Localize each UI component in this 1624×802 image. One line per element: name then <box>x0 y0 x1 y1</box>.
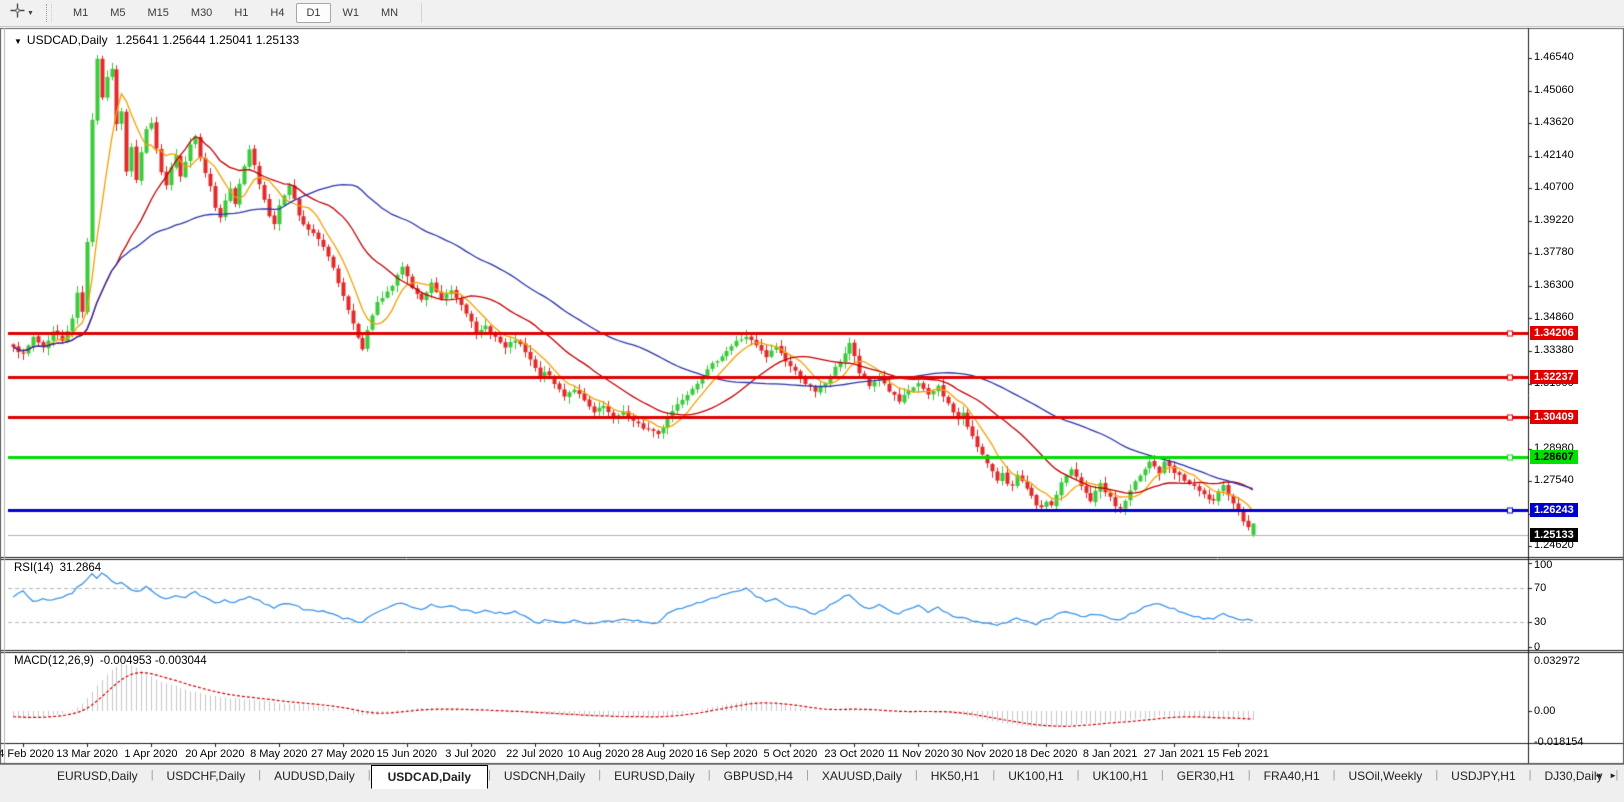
timeframe-button-m30[interactable]: M30 <box>181 3 222 23</box>
date-axis-label: 18 Dec 2020 <box>1014 748 1078 760</box>
tab-usdchf-daily[interactable]: USDCHF,Daily <box>154 765 259 787</box>
tab-eurusd-daily[interactable]: EURUSD,Daily <box>601 765 708 787</box>
price-axis-label: 1.46540 <box>1534 51 1574 63</box>
timeframe-button-m1[interactable]: M1 <box>63 3 98 23</box>
tab-usdcnh-daily[interactable]: USDCNH,Daily <box>491 765 598 787</box>
rsi-indicator-label: RSI(14) 31.2864 <box>14 562 101 574</box>
rsi-value: 31.2864 <box>59 562 102 574</box>
tab-usoil-weekly[interactable]: USOil,Weekly <box>1336 765 1436 787</box>
date-axis-label: 8 Jan 2021 <box>1082 748 1138 760</box>
timeframe-button-m15[interactable]: M15 <box>138 3 179 23</box>
tab-usdjpy-h1[interactable]: USDJPY,H1 <box>1438 765 1528 787</box>
date-axis-label: 20 Apr 2020 <box>185 748 245 760</box>
macd-axis-label: -0.018154 <box>1534 736 1584 748</box>
price-axis-label: 1.42140 <box>1534 148 1574 161</box>
rsi-axis-label: 70 <box>1534 582 1547 595</box>
tab-scroll-left-button[interactable]: ◄ <box>1594 771 1602 780</box>
tab-scroll-right-button[interactable]: ► <box>1609 771 1617 780</box>
price-axis-label: 1.39220 <box>1534 214 1574 227</box>
tab-hk50-h1[interactable]: HK50,H1 <box>918 765 993 787</box>
price-axis-label: 1.33380 <box>1534 344 1574 357</box>
rsi-name: RSI(14) <box>14 562 54 574</box>
price-axis-label: 1.45060 <box>1534 83 1574 96</box>
price-axis-label: 1.43620 <box>1534 116 1574 129</box>
date-axis-label: 15 Jun 2020 <box>376 748 437 760</box>
date-axis-label: 15 Feb 2021 <box>1207 748 1269 760</box>
hline-price-badge: 1.32237 <box>1530 369 1578 384</box>
date-axis-label: 1 Apr 2020 <box>124 748 178 760</box>
price-axis-label: 1.27540 <box>1534 474 1574 487</box>
macd-axis-label: 0.032972 <box>1534 655 1580 667</box>
symbol-tab-bar: EURUSD,Daily | USDCHF,Daily | AUDUSD,Daily | U… <box>0 764 1624 802</box>
date-axis-label: 30 Nov 2020 <box>951 748 1014 760</box>
date-axis-label: 13 Mar 2020 <box>56 748 118 760</box>
tab-gbpusd-h4[interactable]: GBPUSD,H4 <box>711 765 806 787</box>
chart-title: ▼ USDCAD,Daily 1.25641 1.25644 1.25041 1.2… <box>14 33 299 47</box>
tab-ger30-h1[interactable]: GER30,H1 <box>1164 765 1248 787</box>
rsi-axis-label: 30 <box>1534 615 1547 628</box>
date-axis-label: 24 Feb 2020 <box>0 748 54 760</box>
date-axis-label: 11 Nov 2020 <box>887 748 950 760</box>
date-axis-label: 27 May 2020 <box>310 748 375 760</box>
date-axis-label: 27 Jan 2021 <box>1143 748 1205 760</box>
collapse-arrow-icon[interactable]: ▼ <box>14 37 22 46</box>
date-axis-label: 10 Aug 2020 <box>567 748 630 760</box>
rsi-axis-label: 100 <box>1534 559 1553 571</box>
tab-uk100-h1[interactable]: UK100,H1 <box>1080 765 1161 787</box>
timeframe-buttons: M1 M5 M15 M30 H1 H4 D1 W1 MN <box>62 3 409 23</box>
timeframe-button-m5[interactable]: M5 <box>100 3 135 23</box>
date-axis-label: 8 May 2020 <box>250 748 308 760</box>
hline-price-badge: 1.26243 <box>1530 503 1578 518</box>
price-axis-label: 1.36300 <box>1534 279 1574 292</box>
rsi-axis-label: 0 <box>1534 641 1541 653</box>
date-axis-label: 5 Oct 2020 <box>763 748 818 760</box>
hline-price-badge: 1.28607 <box>1530 450 1578 465</box>
toolbar-grip[interactable] <box>45 4 52 22</box>
tab-xauusd-daily[interactable]: XAUUSD,Daily <box>809 765 915 787</box>
crosshair-tool-icon <box>10 3 25 23</box>
current-price-badge: 1.25133 <box>1530 527 1578 542</box>
top-toolbar: ▼ M1 M5 M15 M30 H1 H4 D1 W1 MN <box>0 0 1624 27</box>
timeframe-button-h1[interactable]: H1 <box>224 3 258 23</box>
macd-axis-label: 0.00 <box>1534 705 1556 717</box>
ohlc-values: 1.25641 1.25644 1.25041 1.25133 <box>115 33 300 47</box>
price-axis-label: 1.37780 <box>1534 246 1574 259</box>
timeframe-button-h4[interactable]: H4 <box>260 3 294 23</box>
crosshair-tool-button[interactable]: ▼ <box>6 1 38 25</box>
price-axis-label: 1.34860 <box>1534 311 1574 324</box>
price-axis-label: 1.40700 <box>1534 181 1574 194</box>
date-axis-label: 3 Jul 2020 <box>445 748 497 760</box>
tab-usdcad-daily[interactable]: USDCAD,Daily <box>370 765 488 789</box>
date-axis-label: 23 Oct 2020 <box>824 748 885 760</box>
tab-audusd-daily[interactable]: AUDUSD,Daily <box>261 765 368 787</box>
tab-fra40-h1[interactable]: FRA40,H1 <box>1251 765 1333 787</box>
macd-indicator-label: MACD(12,26,9) -0.004953 -0.003044 <box>14 655 207 667</box>
tab-eurusd-daily[interactable]: EURUSD,Daily <box>44 765 151 787</box>
hline-price-badge: 1.34206 <box>1530 325 1578 340</box>
hline-price-badge: 1.30409 <box>1530 410 1578 425</box>
date-axis-label: 16 Sep 2020 <box>695 748 758 760</box>
timeframe-button-d1[interactable]: D1 <box>296 3 331 23</box>
date-axis-label: 28 Aug 2020 <box>631 748 694 760</box>
macd-values: -0.004953 -0.003044 <box>99 655 207 667</box>
timeframe-button-w1[interactable]: W1 <box>333 3 370 23</box>
toolbar-divider <box>421 3 423 23</box>
date-axis-label: 22 Jul 2020 <box>506 748 564 760</box>
symbol-label: USDCAD,Daily <box>26 33 108 47</box>
tab-dj30-daily[interactable]: DJ30,Daily <box>1532 765 1616 787</box>
timeframe-button-mn[interactable]: MN <box>371 3 408 23</box>
chevron-down-icon[interactable]: ▼ <box>27 10 34 17</box>
tab-china300-h1[interactable]: CHINA300,H1 <box>1618 765 1624 787</box>
tab-uk100-h1[interactable]: UK100,H1 <box>995 765 1076 787</box>
macd-name: MACD(12,26,9) <box>14 655 94 667</box>
chart-canvas[interactable] <box>0 27 1624 764</box>
